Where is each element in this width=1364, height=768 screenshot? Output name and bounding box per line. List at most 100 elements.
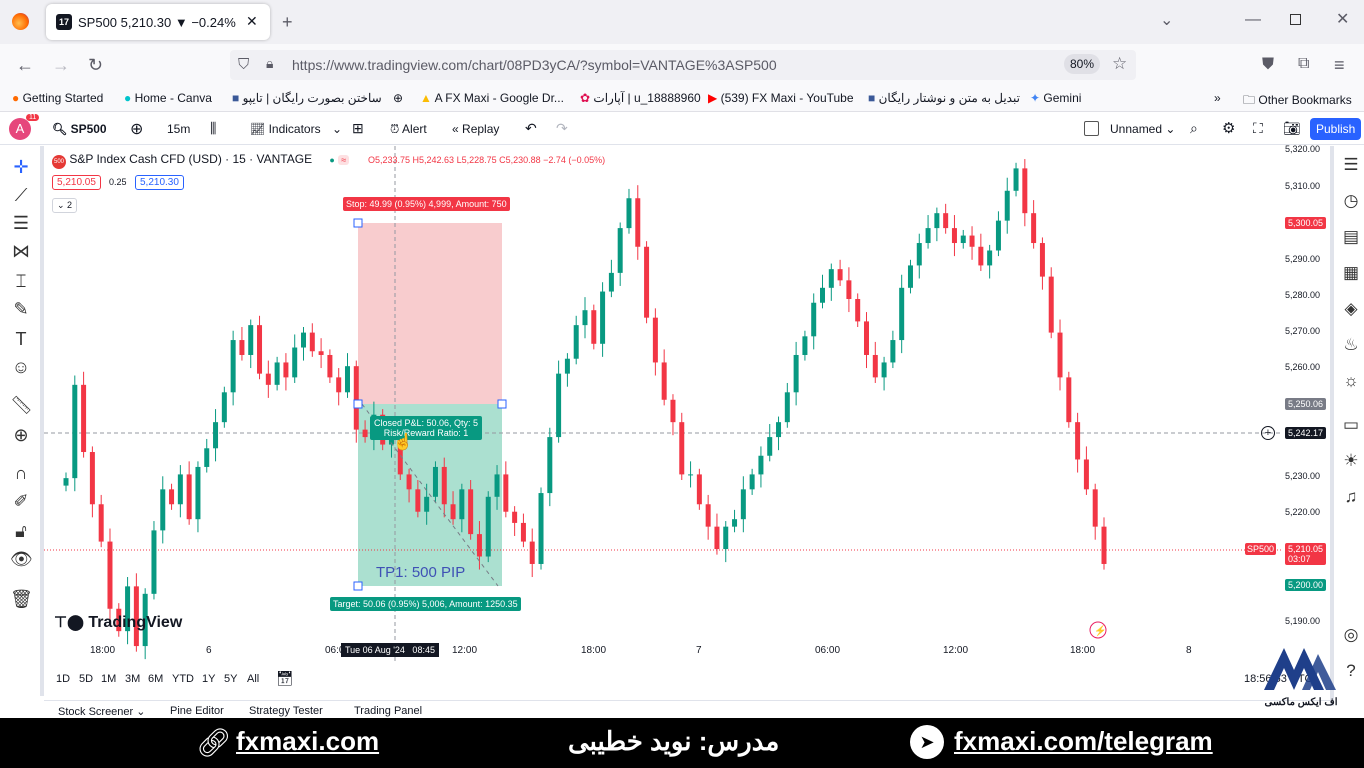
minimize-icon[interactable]: — <box>1245 12 1261 28</box>
unlock-icon[interactable]: 🔓︎ <box>10 522 32 540</box>
bookmark-aparat[interactable]: ✿ آپارات | u_18888960 <box>580 91 701 105</box>
chat-icon[interactable]: ▭ <box>1340 416 1362 433</box>
bookmark-speech[interactable]: ■ تبدیل به متن و نوشتار رایگان <box>868 91 1020 105</box>
entry-handle-right[interactable] <box>497 399 507 409</box>
watchlist-icon[interactable]: ☰ <box>1340 156 1362 173</box>
symbol-legend[interactable]: 500 S&P Index Cash CFD (USD) · 15 · VANT… <box>52 152 350 169</box>
banner-site[interactable]: fxmaxi.com <box>236 726 379 757</box>
range-6m[interactable]: 6M <box>148 673 163 685</box>
range-3m[interactable]: 3M <box>125 673 140 685</box>
other-bookmarks[interactable]: 🗀 Other Bookmarks <box>1243 91 1352 112</box>
ideas-bulb-icon[interactable]: ☼ <box>1340 372 1362 389</box>
alerts-clock-icon[interactable]: ◷ <box>1340 192 1362 209</box>
quick-search-icon[interactable]: ⌕ <box>1190 120 1198 137</box>
crosshair-plus-icon[interactable]: + <box>1261 426 1275 440</box>
emoji-icon[interactable]: ☺ <box>10 358 32 376</box>
forward-icon[interactable]: → <box>52 56 70 74</box>
range-1m[interactable]: 1M <box>101 673 116 685</box>
tab-stock-screener[interactable]: Stock Screener ⌄ <box>58 705 145 718</box>
lock-drawing-icon[interactable]: ✐ <box>10 492 32 510</box>
price-axis[interactable]: 5,320.00 5,310.00 5,300.05 5,290.00 5,28… <box>1282 144 1330 661</box>
new-tab-icon[interactable]: + <box>282 13 293 31</box>
alert-button[interactable]: ⏰︎ Alert <box>390 122 427 137</box>
tab-pine-editor[interactable]: Pine Editor <box>170 705 224 717</box>
restore-icon[interactable] <box>1290 14 1301 25</box>
eye-icon[interactable]: 👁︎ <box>10 550 33 568</box>
time-axis[interactable]: 18:00 6 06:00 Tue 06 Aug '24 08:45 12:00… <box>44 640 1330 662</box>
target-label[interactable]: Target: 50.06 (0.95%) 5,006, Amount: 125… <box>330 597 521 611</box>
object-tree-icon[interactable]: ▤ <box>1340 228 1362 245</box>
bookmark-canva[interactable]: ● Home - Canva <box>124 91 212 105</box>
stop-label[interactable]: Stop: 49.99 (0.95%) 4,999, Amount: 750 <box>343 197 510 211</box>
extensions-icon[interactable]: ⧉ <box>1298 56 1309 72</box>
notifications-bell-icon[interactable]: ♫ <box>1340 488 1362 505</box>
templates-icon[interactable]: ⊞ <box>352 120 364 137</box>
bookmark-typo[interactable]: ■ ساختن بصورت رایگان | تایپو <box>232 91 382 105</box>
forecast-icon[interactable]: ⌶ <box>10 272 32 290</box>
tracking-protection-icon[interactable]: ⛉ <box>238 56 249 73</box>
zoom-level[interactable]: 80% <box>1064 54 1101 74</box>
bookmark-google-drive[interactable]: ▲ A FX Maxi - Google Dr... <box>420 91 564 105</box>
close-tab-icon[interactable]: ✕ <box>246 13 258 30</box>
tab-strategy-tester[interactable]: Strategy Tester <box>249 705 323 717</box>
banner-telegram[interactable]: fxmaxi.com/telegram <box>954 726 1213 757</box>
back-icon[interactable]: ← <box>16 56 34 74</box>
close-window-icon[interactable]: ✕ <box>1336 12 1349 28</box>
stop-handle[interactable] <box>353 218 363 228</box>
trash-icon[interactable]: 🗑︎ <box>10 590 33 608</box>
interval-button[interactable]: 15m <box>167 122 190 136</box>
target-handle[interactable] <box>353 581 363 591</box>
tp-annotation[interactable]: TP1: 500 PIP <box>376 564 465 581</box>
stop-zone[interactable] <box>358 223 502 404</box>
entry-handle-left[interactable] <box>353 399 363 409</box>
range-5y[interactable]: 5Y <box>224 673 237 685</box>
avatar[interactable]: A <box>9 118 31 140</box>
buy-button[interactable]: 5,210.30 <box>135 175 184 190</box>
firefox-icon[interactable] <box>12 13 29 30</box>
dom-compass-icon[interactable]: ◎ <box>1340 626 1362 643</box>
collapse-legend-button[interactable]: ⌄ 2 <box>52 198 78 213</box>
bookmark-gemini[interactable]: ✦ Gemini <box>1030 91 1081 105</box>
range-1y[interactable]: 1Y <box>202 673 215 685</box>
redo-icon[interactable]: ↷ <box>556 120 568 137</box>
fib-icon[interactable]: ☰ <box>10 214 32 232</box>
range-5d[interactable]: 5D <box>79 673 93 685</box>
news-icon[interactable]: ▦ <box>1340 264 1362 281</box>
zoom-icon[interactable]: ⊕ <box>10 426 32 444</box>
symbol-search[interactable]: 🔍︎ SP500 <box>52 122 107 136</box>
reload-icon[interactable]: ↻ <box>88 56 103 74</box>
bookmark-globe[interactable]: ⊕ <box>393 91 403 105</box>
candle-type-icon[interactable]: ⫼ <box>210 120 216 137</box>
menu-icon[interactable]: ≡ <box>1334 56 1345 74</box>
trendline-icon[interactable]: ⟋ <box>10 186 32 204</box>
publish-button[interactable]: Publish <box>1310 118 1362 140</box>
layout-checkbox[interactable] <box>1084 121 1099 136</box>
fullscreen-icon[interactable]: ⛶ <box>1253 120 1263 137</box>
sell-button[interactable]: 5,210.05 <box>52 175 101 190</box>
compare-add-icon[interactable]: ⊕ <box>130 119 143 139</box>
bookmark-youtube[interactable]: ▶ (539) FX Maxi - YouTube <box>708 91 854 105</box>
text-icon[interactable]: T <box>10 330 32 348</box>
crosshair-icon[interactable]: ✛ <box>10 158 32 176</box>
bookmark-getting-started[interactable]: ● Getting Started <box>12 91 103 105</box>
magnet-icon[interactable]: ∩ <box>10 464 32 482</box>
replay-button[interactable]: « Replay <box>452 122 499 136</box>
lock-icon[interactable]: 🔒︎ <box>266 55 273 72</box>
address-bar[interactable]: ⛉ 🔒︎ https://www.tradingview.com/chart/0… <box>230 50 1136 80</box>
idea-stream-icon[interactable]: ☀ <box>1340 452 1362 469</box>
camera-icon[interactable]: 📷︎ <box>1283 120 1301 137</box>
layout-name[interactable]: Unnamed ⌄ <box>1110 122 1175 136</box>
range-ytd[interactable]: YTD <box>172 673 194 685</box>
layers-icon[interactable]: ◈ <box>1340 300 1362 317</box>
bookmark-star-icon[interactable]: ☆ <box>1112 54 1127 74</box>
list-tabs-icon[interactable]: ⌄ <box>1160 13 1173 29</box>
more-bookmarks-icon[interactable]: » <box>1214 91 1221 105</box>
brush-icon[interactable]: ✎ <box>10 300 32 318</box>
indicators-button[interactable]: 📈︎ Indicators <box>250 122 321 136</box>
tab-trading-panel[interactable]: Trading Panel <box>354 705 422 717</box>
pattern-icon[interactable]: ⋈ <box>10 242 32 260</box>
url-text[interactable]: https://www.tradingview.com/chart/08PD3y… <box>292 57 777 73</box>
candlestick-chart[interactable]: ⚡ <box>44 146 1282 661</box>
closed-pnl-label[interactable]: Closed P&L: 50.06, Qty: 5 Risk/Reward Ra… <box>370 416 483 440</box>
ruler-icon[interactable]: 📏︎ <box>10 396 33 414</box>
